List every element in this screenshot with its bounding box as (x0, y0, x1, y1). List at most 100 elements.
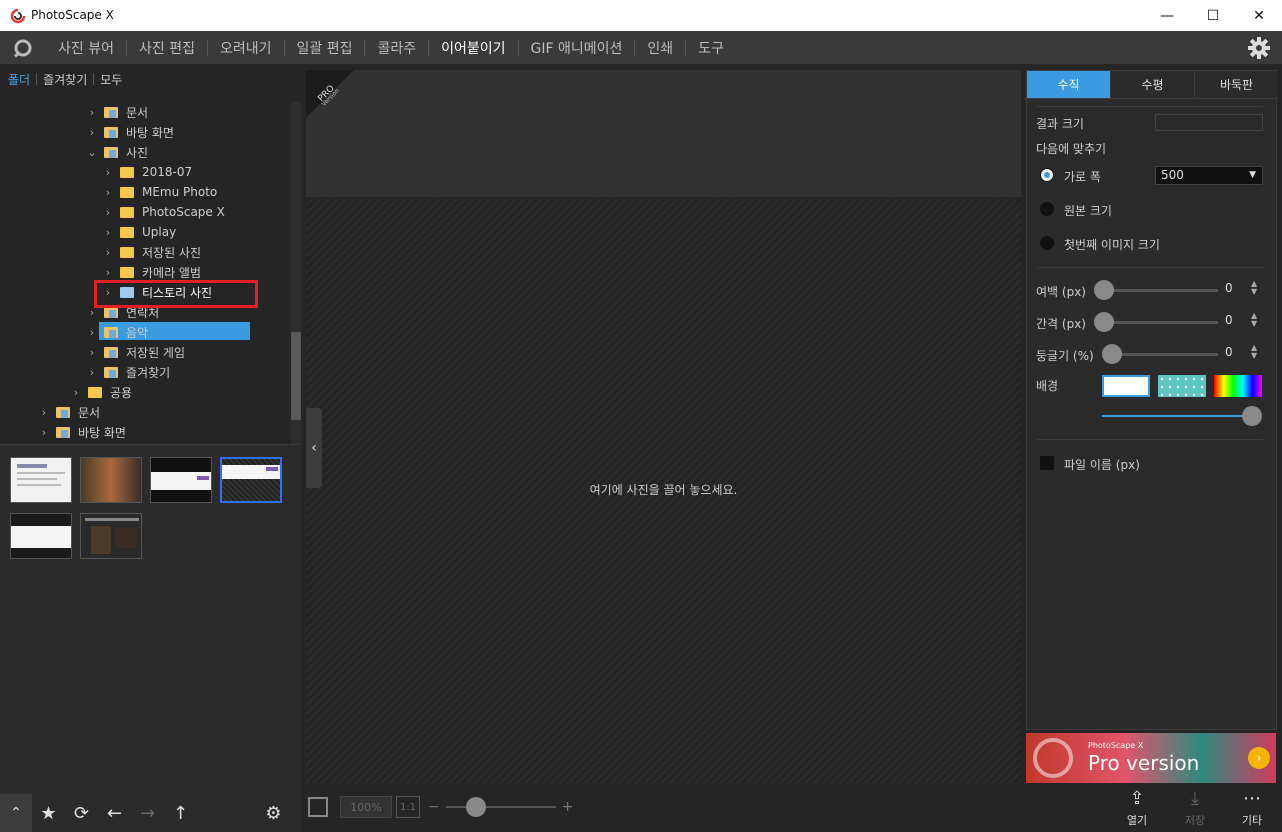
menu-collage[interactable]: 콜라주 (365, 38, 428, 58)
chevron-right-icon[interactable]: › (100, 186, 116, 199)
fit-view-icon[interactable] (308, 797, 328, 817)
tab-all[interactable]: 모두 (94, 71, 128, 88)
tree-item[interactable]: › 카메라 앨범 (100, 262, 201, 282)
thumbnail[interactable] (80, 513, 142, 559)
thumbnail[interactable] (150, 457, 212, 503)
save-button[interactable]: ⤓ 저장 (1170, 786, 1220, 828)
roundness-value[interactable]: 0 (1225, 345, 1233, 359)
tree-item[interactable]: › 공용 (68, 382, 132, 402)
menu-gif[interactable]: GIF 애니메이션 (519, 38, 635, 58)
scrollbar-thumb[interactable] (291, 332, 301, 420)
chevron-right-icon[interactable]: › (36, 426, 52, 439)
roundness-stepper-icon[interactable]: ▲ ▼ (1251, 344, 1257, 360)
tree-item[interactable]: › MEmu Photo (100, 182, 217, 202)
spacing-slider-knob[interactable] (1094, 312, 1114, 332)
menu-photo-viewer[interactable]: 사진 뷰어 (46, 38, 126, 58)
chevron-right-icon[interactable]: › (84, 346, 100, 359)
search-icon[interactable] (12, 38, 34, 58)
radio-original-size[interactable] (1040, 202, 1054, 216)
star-icon[interactable]: ★ (32, 803, 65, 824)
chevron-right-icon[interactable]: › (100, 246, 116, 259)
tree-item[interactable]: › 즐겨찾기 (84, 362, 170, 382)
drop-zone[interactable]: 여기에 사진을 끌어 놓으세요. (306, 199, 1021, 783)
chevron-right-icon[interactable]: › (100, 226, 116, 239)
tab-grid[interactable]: 바둑판 (1195, 71, 1278, 99)
thumbnail-selected[interactable] (220, 457, 282, 503)
tree-item[interactable]: › 2018-07 (100, 162, 192, 182)
spacing-slider[interactable] (1102, 321, 1218, 324)
radio-first-image-size[interactable] (1040, 236, 1054, 250)
chevron-right-icon[interactable]: › (84, 106, 100, 119)
spacing-stepper-icon[interactable]: ▲ ▼ (1251, 312, 1257, 328)
width-select[interactable]: 500 ▼ (1155, 166, 1263, 185)
chevron-right-icon[interactable]: › (100, 266, 116, 279)
chevron-right-icon[interactable]: › (100, 166, 116, 179)
settings-gear-icon[interactable] (1248, 37, 1270, 59)
menu-batch[interactable]: 일괄 편집 (285, 38, 365, 58)
chevron-right-icon[interactable]: › (84, 366, 100, 379)
filename-checkbox[interactable] (1040, 456, 1054, 470)
margin-slider[interactable] (1102, 289, 1218, 292)
background-color-swatch[interactable] (1214, 375, 1262, 397)
chevron-right-icon[interactable]: › (68, 386, 84, 399)
back-arrow-icon[interactable]: ← (98, 803, 131, 824)
tree-item[interactable]: › 바탕 화면 (36, 422, 126, 442)
chevron-right-icon[interactable]: › (84, 326, 100, 339)
zoom-out-button[interactable]: − (428, 799, 440, 815)
maximize-button[interactable]: ☐ (1190, 0, 1236, 31)
tree-item[interactable]: › Uplay (100, 222, 176, 242)
minimize-button[interactable]: — (1144, 0, 1190, 31)
tab-vertical[interactable]: 수직 (1027, 71, 1111, 99)
menu-cut-out[interactable]: 오려내기 (208, 38, 284, 58)
chevron-right-icon[interactable]: › (1248, 747, 1270, 769)
forward-arrow-icon[interactable]: → (131, 803, 164, 824)
spacing-value[interactable]: 0 (1225, 313, 1233, 327)
zoom-slider-knob[interactable] (465, 797, 486, 817)
tree-scrollbar[interactable] (291, 102, 301, 444)
background-pattern-swatch[interactable] (1158, 375, 1206, 397)
opacity-slider-knob[interactable] (1242, 406, 1262, 426)
background-white-swatch[interactable] (1102, 375, 1150, 397)
menu-combine[interactable]: 이어붙이기 (429, 38, 517, 58)
thumbnail[interactable] (10, 513, 72, 559)
actual-size-button[interactable]: 1:1 (396, 796, 420, 818)
roundness-slider[interactable] (1110, 353, 1218, 356)
roundness-slider-knob[interactable] (1102, 344, 1122, 364)
chevron-right-icon[interactable]: › (84, 126, 100, 139)
tree-item[interactable]: › 저장된 사진 (100, 242, 201, 262)
more-button[interactable]: ⋯ 기타 (1227, 786, 1277, 828)
tree-item[interactable]: › 문서 (36, 402, 100, 422)
zoom-in-button[interactable]: + (562, 799, 574, 815)
up-arrow-icon[interactable]: ↑ (164, 803, 197, 824)
chevron-right-icon[interactable]: › (100, 206, 116, 219)
open-button[interactable]: ⇪ 열기 (1112, 786, 1162, 828)
tab-favorites[interactable]: 즐겨찾기 (37, 71, 93, 88)
menu-photo-editor[interactable]: 사진 편집 (127, 38, 207, 58)
thumbnail[interactable] (10, 457, 72, 503)
close-button[interactable]: ✕ (1236, 0, 1282, 31)
margin-stepper-icon[interactable]: ▲ ▼ (1251, 280, 1257, 296)
tree-item[interactable]: › 음악 (84, 322, 148, 342)
chevron-down-icon[interactable]: ⌄ (84, 146, 100, 159)
margin-value[interactable]: 0 (1225, 281, 1233, 295)
zoom-percent-field[interactable]: 100% (340, 796, 392, 818)
opacity-slider[interactable] (1102, 415, 1252, 417)
menu-print[interactable]: 인쇄 (635, 38, 685, 58)
zoom-slider[interactable] (445, 797, 556, 817)
radio-width[interactable] (1040, 168, 1054, 182)
chevron-right-icon[interactable]: › (36, 406, 52, 419)
chevron-up-icon[interactable]: ⌃ (0, 794, 32, 832)
gear-icon[interactable]: ⚙ (257, 803, 290, 824)
refresh-icon[interactable]: ⟳ (65, 803, 98, 824)
tab-folder[interactable]: 폴더 (8, 71, 36, 88)
thumbnail[interactable] (80, 457, 142, 503)
menu-tools[interactable]: 도구 (686, 38, 736, 58)
tab-horizontal[interactable]: 수평 (1111, 71, 1195, 99)
collapse-panel-button[interactable]: ‹ (306, 408, 322, 488)
tree-item[interactable]: › 바탕 화면 (84, 122, 174, 142)
tree-item[interactable]: › 저장된 게임 (84, 342, 185, 362)
margin-slider-knob[interactable] (1094, 280, 1114, 300)
tree-item[interactable]: ⌄ 사진 (84, 142, 148, 162)
tree-item[interactable]: › PhotoScape X (100, 202, 225, 222)
pro-version-ad-banner[interactable]: PhotoScape X Pro version › (1026, 733, 1276, 783)
